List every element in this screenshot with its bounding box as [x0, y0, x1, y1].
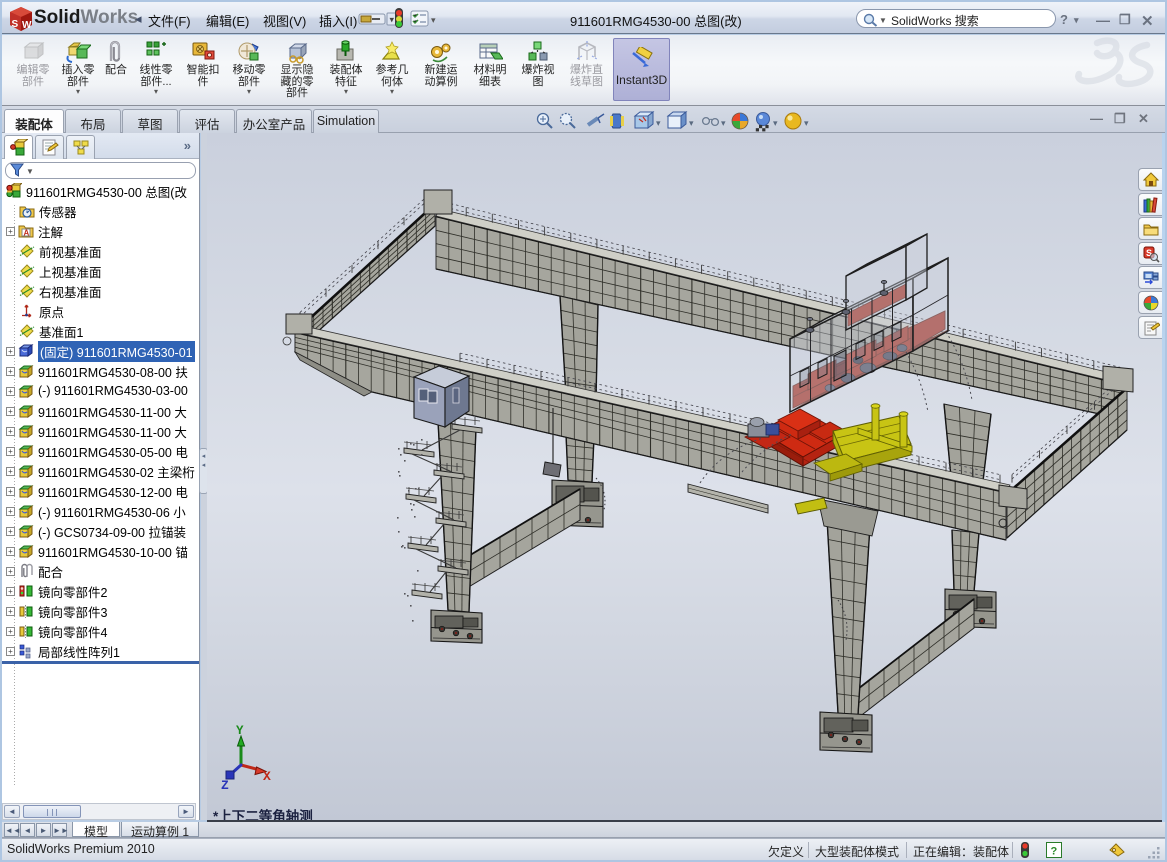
- svg-text:▾: ▾: [656, 118, 661, 128]
- svg-text:▾: ▾: [689, 118, 694, 128]
- svg-text:S: S: [12, 19, 19, 30]
- svg-text:Y: Y: [236, 724, 244, 738]
- svg-text:▾: ▾: [804, 118, 809, 128]
- svg-text:?: ?: [1051, 846, 1058, 858]
- svg-text:A: A: [24, 229, 30, 238]
- svg-text:W: W: [22, 20, 32, 31]
- svg-text:▾: ▾: [721, 118, 726, 128]
- svg-text:▾: ▾: [773, 118, 778, 128]
- svg-text:Z: Z: [221, 778, 229, 793]
- svg-text:▼: ▼: [879, 16, 887, 25]
- svg-text:▾: ▾: [431, 15, 436, 25]
- svg-text:X: X: [263, 769, 271, 784]
